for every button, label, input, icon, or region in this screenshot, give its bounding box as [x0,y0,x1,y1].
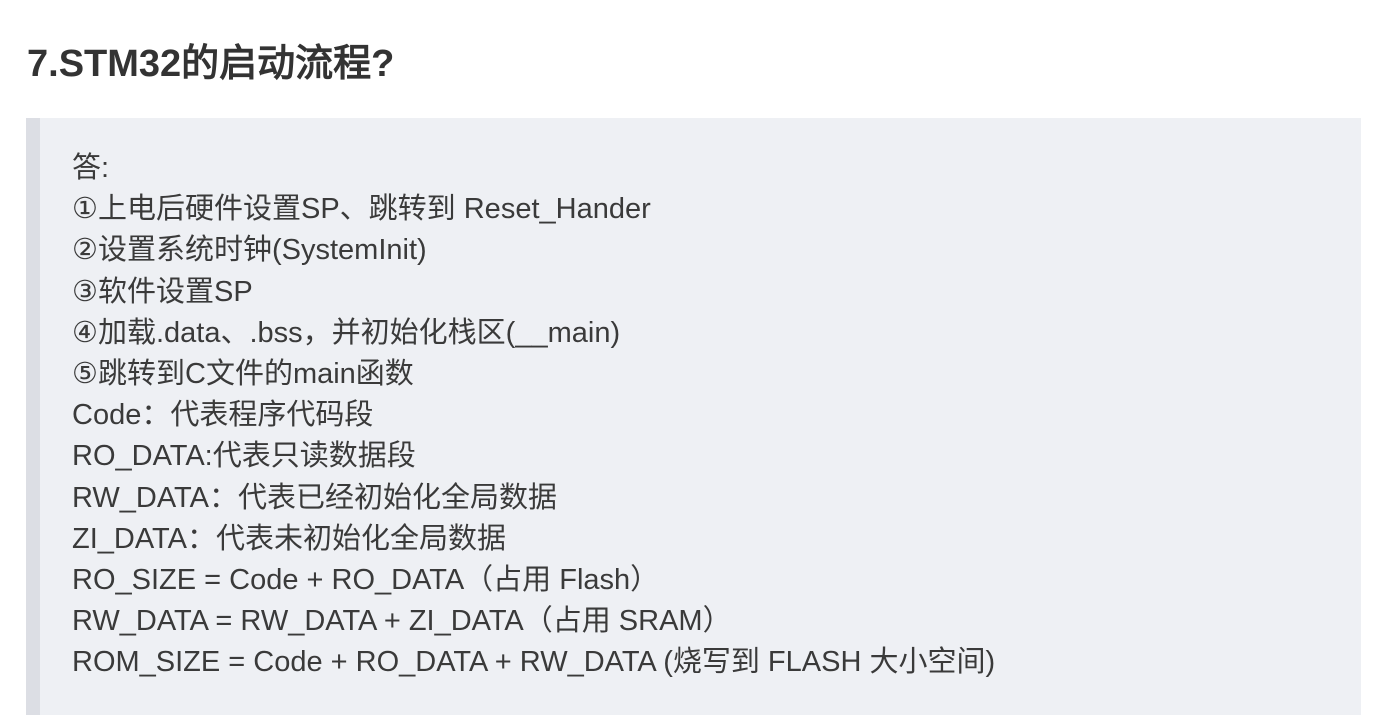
answer-label: 答: [72,152,110,184]
answer-line-ro-data: RO_DATA:代表只读数据段 [72,440,416,473]
answer-line-rom-size: ROM_SIZE = Code + RO_DATA + RW_DATA (烧写到… [72,646,996,679]
answer-line-step-3: ③软件设置SP [72,275,253,308]
answer-line-rw-data: RW_DATA：代表已经初始化全局数据 [72,481,557,514]
answer-line-ro-size: RO_SIZE = Code + RO_DATA（占用 Flash） [72,564,660,597]
answer-line-code: Code：代表程序代码段 [72,399,374,432]
answer-line-step-2: ②设置系统时钟(SystemInit) [72,234,427,267]
answer-line-step-5: ⑤跳转到C文件的main函数 [72,358,414,391]
page-title: 7.STM32的启动流程? [27,43,395,85]
answer-line-step-4: ④加载.data、.bss，并初始化栈区(__main) [72,316,621,349]
answer-content: 答: ①上电后硬件设置SP、跳转到 Reset_Hander ②设置系统时钟(S… [72,148,995,684]
answer-line-step-1: ①上电后硬件设置SP、跳转到 Reset_Hander [72,193,651,226]
answer-line-rw-data-formula: RW_DATA = RW_DATA + ZI_DATA（占用 SRAM） [72,605,732,638]
answer-line-zi-data: ZI_DATA：代表未初始化全局数据 [72,522,506,555]
answer-blockquote: 答: ①上电后硬件设置SP、跳转到 Reset_Hander ②设置系统时钟(S… [26,118,1361,715]
